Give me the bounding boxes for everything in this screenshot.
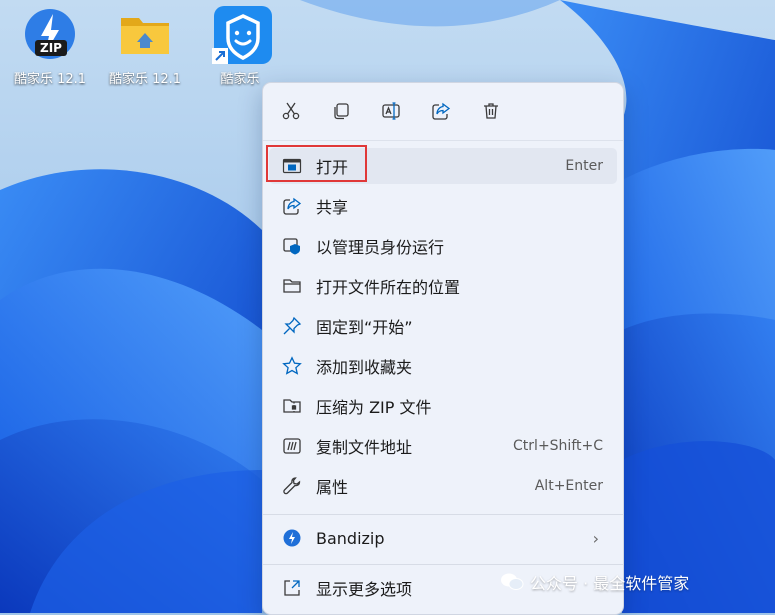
copy-icon <box>334 103 349 120</box>
zip-folder-icon <box>283 399 301 413</box>
annotation-highlight-box <box>266 145 367 182</box>
more-options-icon <box>284 580 300 596</box>
star-icon <box>282 356 302 375</box>
desktop-icon-label: 酷家乐 12.1 <box>13 72 87 87</box>
menu-item-run-as-admin[interactable]: 以管理员身份运行 <box>269 228 617 264</box>
copy-button[interactable] <box>325 95 357 127</box>
share-button[interactable] <box>425 95 457 127</box>
share-icon <box>432 102 451 120</box>
folder-icon <box>283 279 301 293</box>
desktop-icon-label: 酷家乐 12.1 <box>108 72 182 87</box>
chevron-right-icon: › <box>592 528 599 548</box>
menu-item-label: 复制文件地址 <box>316 438 413 457</box>
share-icon <box>283 197 302 215</box>
menu-item-compress-zip[interactable]: 压缩为 ZIP 文件 <box>269 388 617 424</box>
menu-item-copy-path[interactable]: 复制文件地址 Ctrl+Shift+C <box>269 428 617 464</box>
desktop-icon-zip[interactable]: ZIP 酷家乐 12.1 <box>5 6 95 87</box>
menu-item-label: 共享 <box>316 198 349 217</box>
watermark: 公众号 · 最全软件管家 <box>500 570 689 594</box>
desktop-icon-folder[interactable]: 酷家乐 12.1 <box>100 6 190 87</box>
menu-item-open-file-location[interactable]: 打开文件所在的位置 <box>269 268 617 304</box>
delete-button[interactable] <box>475 95 507 127</box>
menu-item-label: 添加到收藏夹 <box>316 358 413 377</box>
menu-item-shortcut: Alt+Enter <box>534 478 603 494</box>
wrench-icon <box>283 477 301 495</box>
menu-item-pin-to-start[interactable]: 固定到“开始” <box>269 308 617 344</box>
cut-button[interactable] <box>275 95 307 127</box>
rename-icon <box>382 102 400 120</box>
scissors-icon <box>282 102 300 120</box>
watermark-text: 公众号 · 最全软件管家 <box>530 574 690 593</box>
menu-item-label: 打开文件所在的位置 <box>316 278 461 297</box>
zip-badge: ZIP <box>40 41 62 55</box>
menu-item-add-to-favorites[interactable]: 添加到收藏夹 <box>269 348 617 384</box>
wechat-icon <box>501 573 524 590</box>
folder-icon <box>121 18 169 54</box>
menu-item-label: 属性 <box>316 478 349 497</box>
menu-item-label: 压缩为 ZIP 文件 <box>316 398 432 417</box>
bandizip-icon <box>283 529 301 547</box>
shield-icon <box>283 238 300 255</box>
menu-item-shortcut: Enter <box>565 158 603 174</box>
pin-icon <box>283 316 302 335</box>
menu-separator <box>263 514 623 515</box>
menu-item-label: Bandizip <box>316 528 385 548</box>
menu-item-properties[interactable]: 属性 Alt+Enter <box>269 468 617 504</box>
path-icon <box>283 438 301 454</box>
menu-item-bandizip[interactable]: Bandizip › <box>269 520 617 556</box>
rename-button[interactable] <box>375 95 407 127</box>
menu-item-shortcut: Ctrl+Shift+C <box>513 438 603 454</box>
menu-item-label: 固定到“开始” <box>316 318 413 337</box>
zip-app-icon: ZIP <box>25 9 75 59</box>
trash-icon <box>484 103 498 119</box>
menu-toolbar <box>263 83 623 141</box>
menu-separator <box>263 564 623 565</box>
menu-item-share[interactable]: 共享 <box>269 188 617 224</box>
menu-item-label: 以管理员身份运行 <box>316 238 445 257</box>
kujiale-shortcut-icon <box>212 6 272 64</box>
desktop-icon-kujiale[interactable]: 酷家乐 <box>195 6 285 87</box>
menu-item-label: 显示更多选项 <box>316 580 413 599</box>
